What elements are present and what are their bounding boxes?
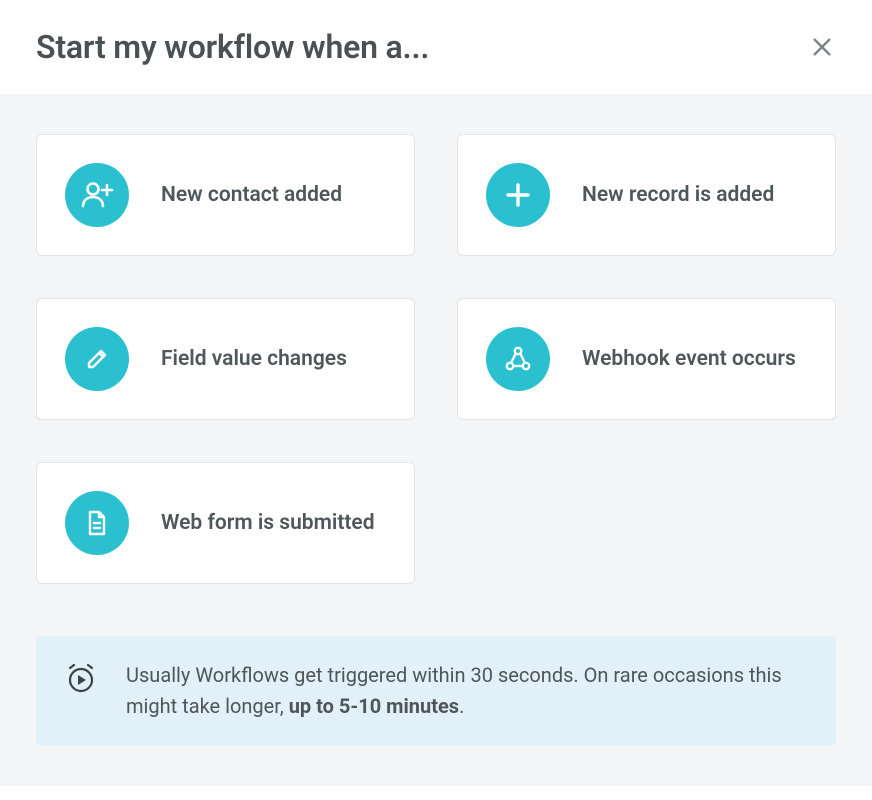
modal-title: Start my workflow when a... <box>36 28 429 66</box>
trigger-new-record[interactable]: New record is added <box>457 134 836 256</box>
pencil-icon <box>65 327 129 391</box>
trigger-field-change[interactable]: Field value changes <box>36 298 415 420</box>
notice-bold: up to 5-10 minutes <box>289 694 459 718</box>
trigger-grid: New contact added New record is added Fi… <box>36 134 836 584</box>
trigger-label: Field value changes <box>161 345 347 373</box>
modal-body: New contact added New record is added Fi… <box>0 94 872 786</box>
notice-text: Usually Workflows get triggered within 3… <box>126 660 808 722</box>
notice-suffix: . <box>459 694 464 718</box>
clock-alert-icon <box>64 662 98 696</box>
trigger-label: Web form is submitted <box>161 509 375 537</box>
form-icon <box>65 491 129 555</box>
close-icon <box>810 35 834 59</box>
trigger-web-form[interactable]: Web form is submitted <box>36 462 415 584</box>
trigger-webhook[interactable]: Webhook event occurs <box>457 298 836 420</box>
person-plus-icon <box>65 163 129 227</box>
close-button[interactable] <box>808 33 836 61</box>
trigger-label: New contact added <box>161 181 342 209</box>
trigger-new-contact[interactable]: New contact added <box>36 134 415 256</box>
timing-notice: Usually Workflows get triggered within 3… <box>36 636 836 746</box>
plus-icon <box>486 163 550 227</box>
modal-header: Start my workflow when a... <box>0 0 872 94</box>
webhook-icon <box>486 327 550 391</box>
trigger-label: New record is added <box>582 181 774 209</box>
trigger-label: Webhook event occurs <box>582 345 796 373</box>
